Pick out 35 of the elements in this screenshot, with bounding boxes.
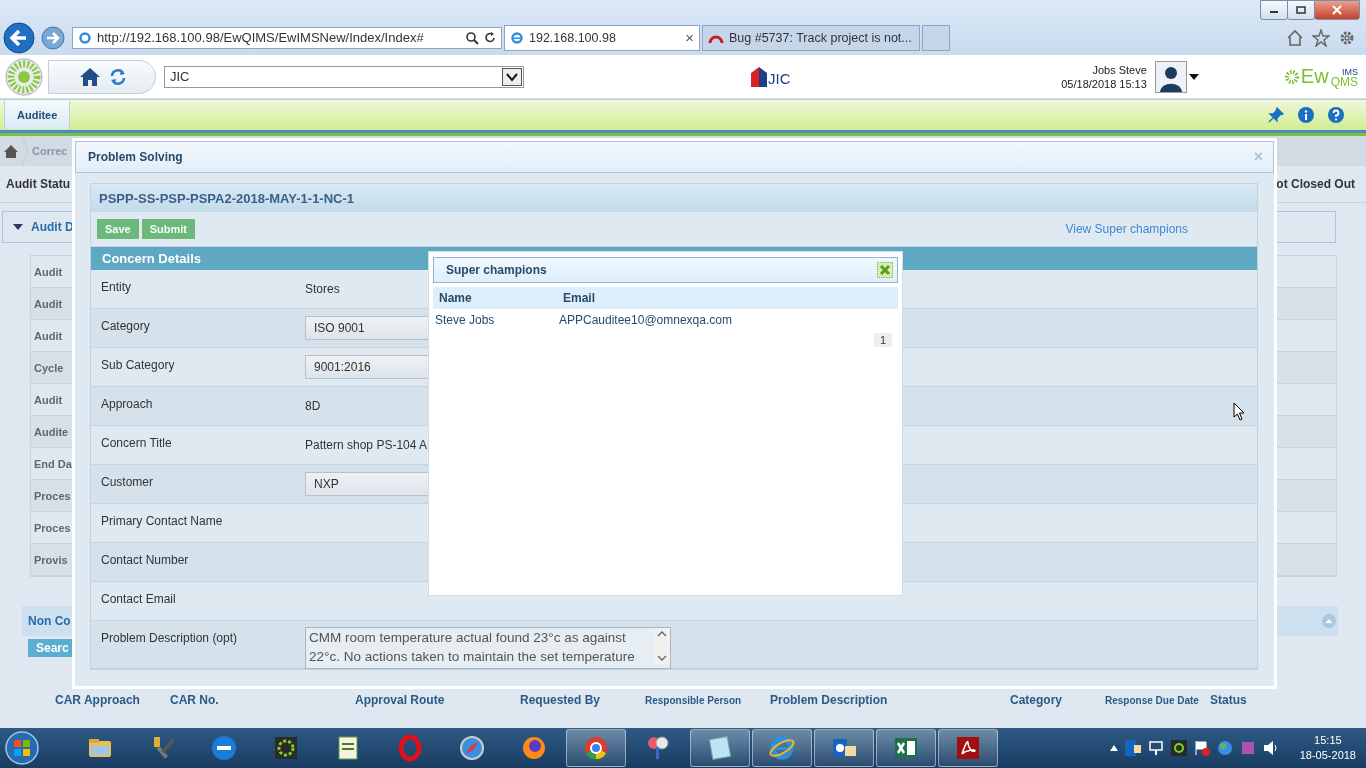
field-label: End Da bbox=[34, 457, 72, 470]
date-time: 05/18/2018 15:13 bbox=[1061, 76, 1147, 91]
field-label: Audit bbox=[34, 393, 63, 406]
table-cell-text: APPCauditee10@omnexqa.com bbox=[558, 313, 733, 327]
company-logo-text: JIC bbox=[768, 69, 791, 87]
field-label: Audit bbox=[34, 297, 63, 310]
user-name: Jobs Steve bbox=[1092, 62, 1147, 77]
audit-status-label: Audit Statu bbox=[6, 177, 70, 191]
field-label: Entity bbox=[101, 279, 132, 294]
field-label: Customer bbox=[101, 474, 154, 489]
field-label: Problem Description (opt) bbox=[101, 630, 239, 645]
field-value: Pattern shop PS-104 A bbox=[305, 438, 428, 452]
dialog-title: Super champions bbox=[446, 263, 547, 277]
section-title: Non Co bbox=[28, 614, 71, 628]
field-label: Concern Title bbox=[101, 435, 173, 450]
field-label: Contact Number bbox=[101, 552, 190, 567]
field-label: Proces bbox=[34, 521, 71, 534]
field-label: Sub Category bbox=[101, 357, 176, 372]
table-cell-text: Steve Jobs bbox=[434, 313, 496, 327]
field-label: Category bbox=[101, 318, 151, 333]
field-label: Cycle bbox=[34, 361, 64, 374]
field-label: Proces bbox=[34, 489, 71, 502]
field-label: Contact Email bbox=[101, 591, 177, 606]
status-text: ot Closed Out bbox=[1276, 177, 1355, 191]
dialog-title: Problem Solving bbox=[88, 150, 183, 164]
field-label: Primary Contact Name bbox=[101, 513, 224, 528]
field-label: Audit bbox=[34, 265, 63, 278]
field-label: Provis bbox=[34, 553, 68, 566]
field-value: 8D bbox=[305, 399, 321, 413]
field-label: Audite bbox=[34, 425, 69, 438]
section-title: Concern Details bbox=[102, 251, 201, 266]
field-label: Approach bbox=[101, 396, 154, 411]
record-id: PSPP-SS-PSP-PSPA2-2018-MAY-1-1-NC-1 bbox=[99, 190, 355, 206]
field-value: Stores bbox=[305, 282, 340, 296]
field-label: Audit bbox=[34, 329, 63, 342]
